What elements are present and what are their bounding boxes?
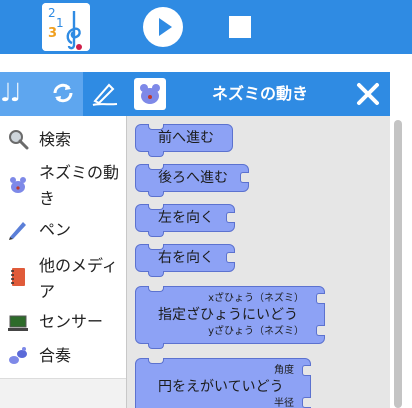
block-label: 後ろへ進む — [158, 170, 228, 186]
category-mouse-motion[interactable]: ネズミの動き — [0, 158, 126, 216]
category-search[interactable]: 検索 — [0, 124, 126, 156]
block-label: 左を向く — [158, 210, 214, 226]
block-tab — [148, 343, 164, 349]
laptop-icon — [8, 315, 28, 331]
palette-scroll-thumb[interactable] — [394, 120, 402, 408]
app-icon-digit-2: 2 — [48, 6, 56, 20]
category-label: ネズミの動き — [39, 163, 120, 208]
toolbar-gap — [0, 54, 412, 72]
close-icon[interactable] — [353, 79, 383, 109]
block-notch — [148, 286, 164, 292]
block-param-radius: 半径 — [274, 398, 294, 408]
play-icon — [159, 18, 172, 36]
block-socket-radius — [302, 397, 311, 408]
block-tab — [148, 151, 164, 157]
block-notch — [148, 358, 164, 364]
block-tab — [148, 271, 164, 277]
block-param-y: yざひょう（ネズミ） — [208, 326, 304, 337]
block-turn-right[interactable]: 右を向く — [135, 244, 235, 277]
block-label: 右を向く — [158, 250, 214, 266]
app-icon-digit-1: 1 — [56, 16, 64, 30]
category-label: ペン — [39, 220, 72, 239]
palette-scrollbar[interactable] — [390, 116, 412, 408]
top-toolbar: 2 1 3 — [0, 0, 412, 54]
block-param-x: xざひょう（ネズミ） — [208, 293, 304, 304]
panel-title: ネズミの動き — [211, 84, 308, 103]
block-tab — [148, 191, 164, 197]
stop-button[interactable] — [229, 16, 251, 38]
category-other-media[interactable]: 他のメディア — [0, 250, 126, 308]
category-list-footer — [0, 378, 126, 408]
block-socket-y — [316, 325, 325, 336]
mouse-icon — [140, 84, 160, 104]
tab-blocks[interactable]: ♩♩ — [0, 72, 83, 116]
category-sensor[interactable]: センサー — [0, 308, 126, 338]
category-pen[interactable]: ペン — [0, 216, 126, 246]
play-button[interactable] — [143, 7, 183, 47]
music-notes-icon: ♩♩ — [0, 78, 22, 107]
pen-icon[interactable] — [91, 81, 119, 107]
panel-header: ネズミの動き — [132, 72, 390, 116]
block-turn-left[interactable]: 左を向く — [135, 204, 235, 237]
category-label: 合奏 — [39, 346, 72, 365]
block-label: 前へ進む — [158, 130, 214, 146]
block-move-in-circle[interactable]: 角度 円をえがいていどう 半径 — [135, 358, 311, 408]
block-param-angle: 角度 — [274, 365, 294, 376]
magnifier-icon — [9, 130, 29, 150]
block-socket — [240, 172, 249, 183]
sync-icon — [53, 83, 73, 103]
block-socket-x — [316, 293, 325, 304]
block-move-backward[interactable]: 後ろへ進む — [135, 164, 249, 197]
block-label: 円をえがいていどう — [158, 379, 284, 395]
block-move-to-xy[interactable]: xざひょう（ネズミ） 指定ざひょうにいどう yざひょう（ネズミ） — [135, 286, 325, 349]
block-socket-angle — [302, 365, 311, 376]
category-ensemble[interactable]: 合奏 — [0, 342, 126, 372]
block-move-forward[interactable]: 前へ進む — [135, 124, 233, 157]
pencil-icon — [9, 222, 26, 240]
block-label: 指定ざひょうにいどう — [158, 307, 298, 323]
tab-bar: ♩♩ — [0, 72, 132, 116]
category-label: 他のメディア — [39, 256, 118, 301]
ensemble-icon — [9, 347, 27, 364]
music-numbers-icon: 2 1 3 — [42, 3, 90, 51]
category-label: 検索 — [39, 130, 72, 149]
category-list: 検索 ネズミの動き ペン 他のメディア センサー 合奏 — [0, 116, 126, 378]
notebook-icon — [11, 268, 25, 286]
block-socket — [226, 252, 235, 263]
mouse-icon — [10, 177, 26, 193]
block-palette: 前へ進む 後ろへ進む 左を向く 右を向く xざひょう（ネズミ） 指定ざひょうにい… — [126, 116, 390, 408]
app-icon[interactable]: 2 1 3 — [42, 3, 90, 51]
block-socket — [226, 212, 235, 223]
block-tab — [148, 231, 164, 237]
app-icon-digit-3: 3 — [48, 26, 57, 41]
panel-category-button[interactable] — [134, 78, 166, 110]
category-label: センサー — [39, 312, 104, 331]
